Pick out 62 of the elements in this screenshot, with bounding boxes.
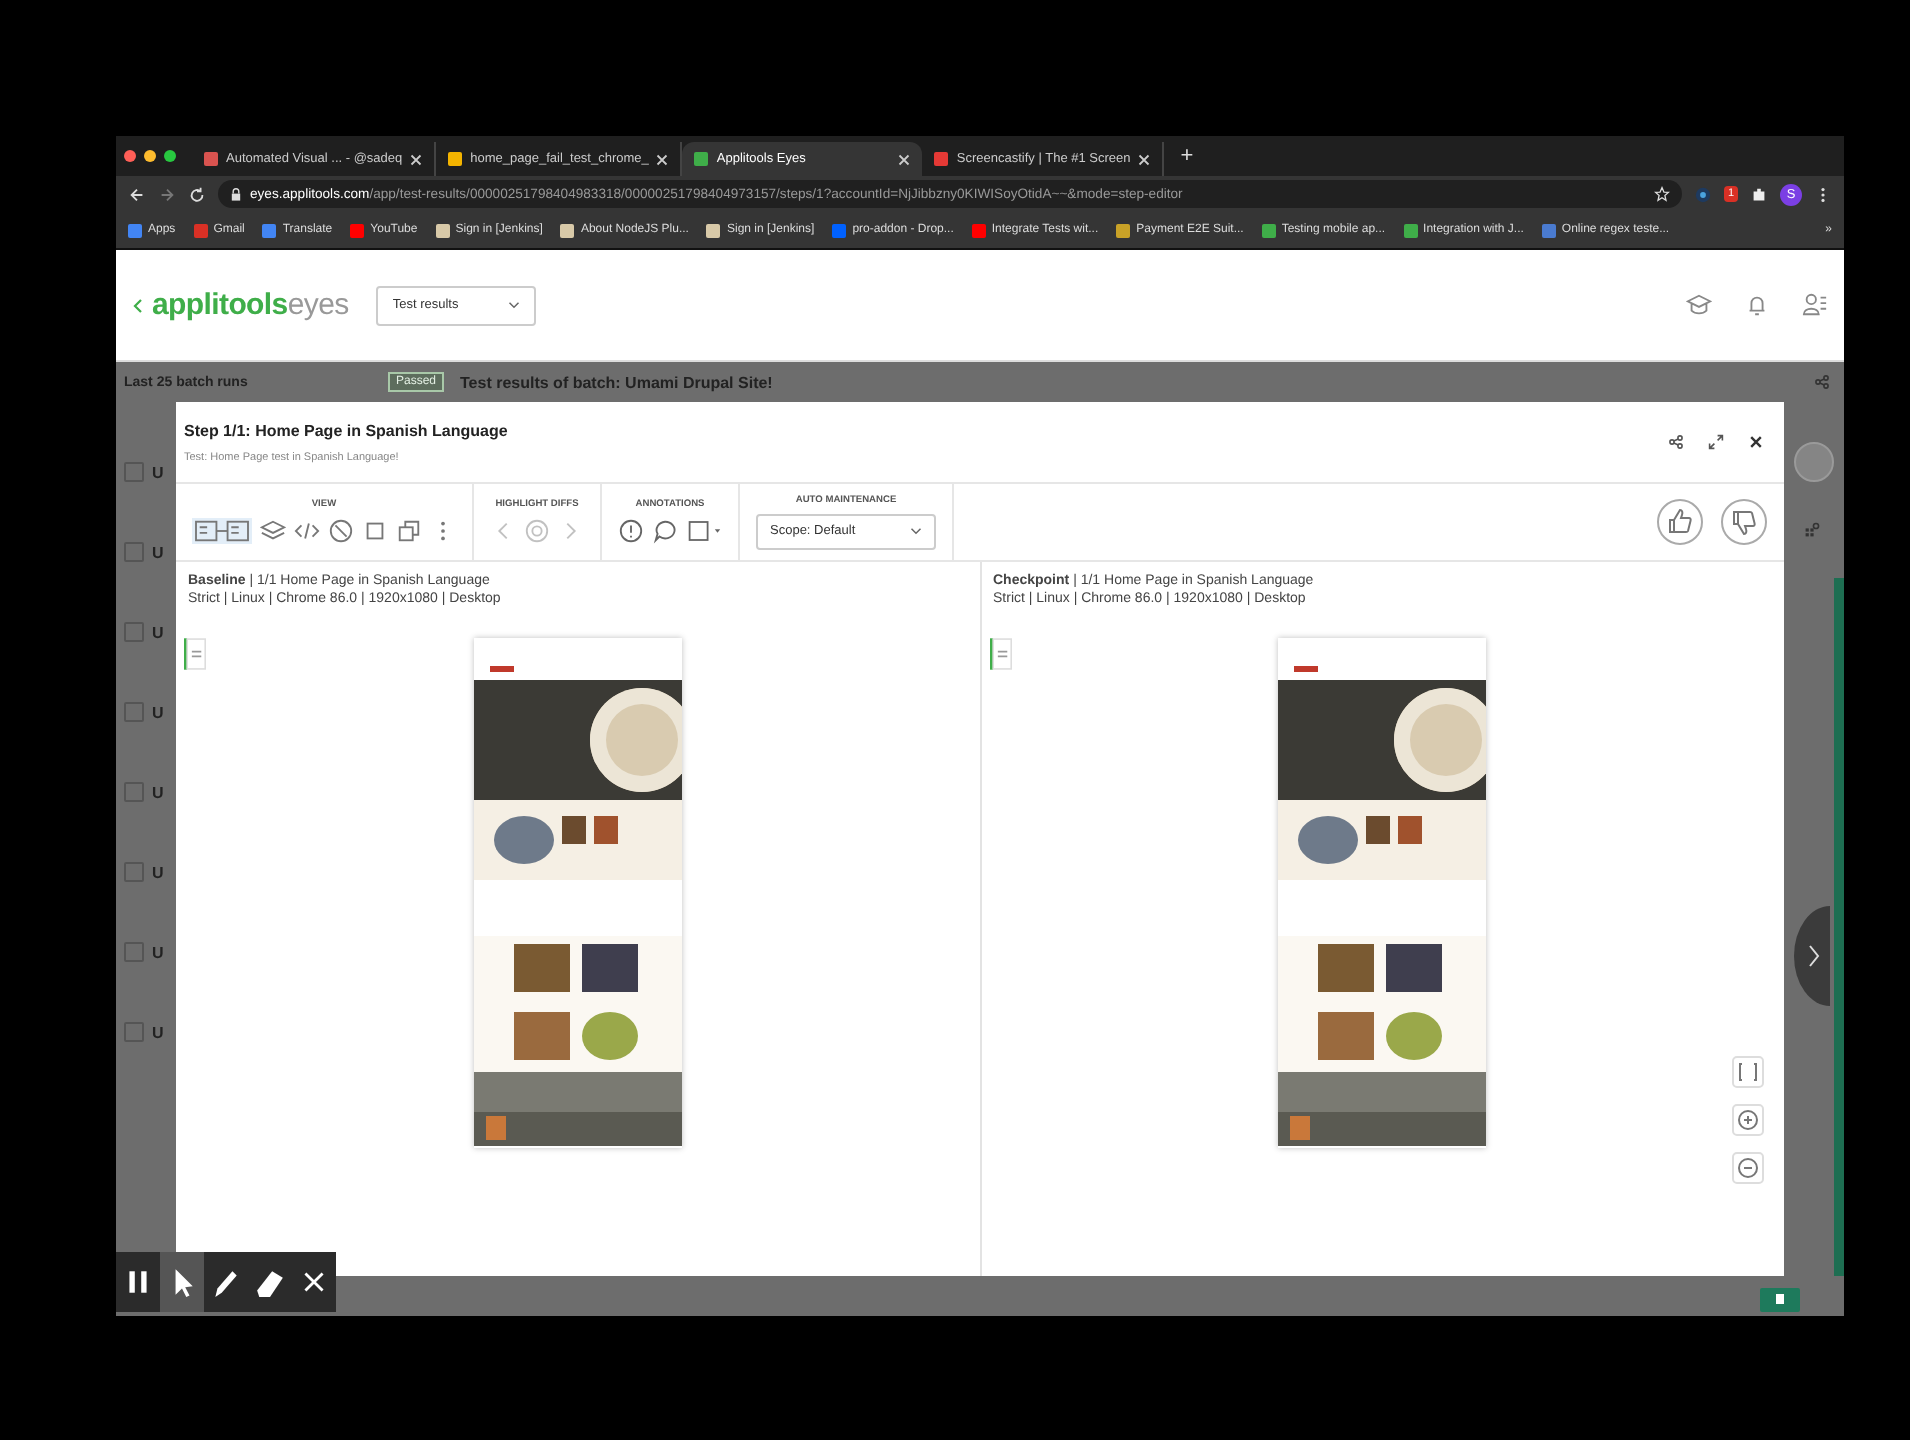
extension-icon[interactable] — [1693, 185, 1712, 203]
comment-icon[interactable] — [652, 518, 678, 544]
app-logo: applitoolseyes — [152, 288, 349, 322]
circle-slash-icon[interactable] — [328, 518, 354, 544]
window-controls-icon[interactable] — [124, 150, 176, 162]
row-checkbox[interactable] — [124, 622, 144, 642]
pointer-icon[interactable] — [160, 1252, 204, 1312]
zoom-in-button[interactable] — [1732, 1104, 1764, 1136]
puzzle-icon[interactable] — [1750, 185, 1768, 203]
batch-name: U — [152, 463, 164, 481]
back-chevron-icon[interactable] — [132, 295, 144, 315]
alert-icon[interactable] — [618, 518, 644, 544]
batch-name: U — [152, 543, 164, 561]
expand-icon[interactable] — [1708, 434, 1724, 450]
fit-to-screen-button[interactable] — [1732, 1056, 1764, 1088]
copy-icon[interactable] — [396, 518, 422, 544]
scrollbar[interactable] — [1834, 578, 1844, 1276]
tab-favicon-icon — [934, 152, 949, 166]
region-icon[interactable] — [686, 518, 722, 544]
dialog-title: Step 1/1: Home Page in Spanish Language — [184, 421, 510, 439]
share-icon[interactable] — [1668, 434, 1684, 450]
bell-icon[interactable] — [1744, 292, 1770, 318]
thumbs-up-button[interactable] — [1656, 498, 1704, 546]
row-checkbox[interactable] — [124, 782, 144, 802]
row-checkbox[interactable] — [124, 542, 144, 562]
row-checkbox[interactable] — [124, 862, 144, 882]
feedback-button[interactable] — [1760, 1288, 1800, 1312]
next-step-button[interactable] — [1794, 906, 1830, 1006]
tab-favicon-icon — [694, 152, 709, 166]
match-level-button[interactable] — [184, 634, 206, 674]
close-icon[interactable] — [1748, 434, 1764, 450]
batch-name: U — [152, 943, 164, 961]
graduation-cap-icon[interactable] — [1686, 292, 1712, 318]
crop-icon[interactable] — [362, 518, 388, 544]
zoom-out-button[interactable] — [1732, 1152, 1764, 1184]
grid-settings-icon[interactable] — [1803, 522, 1819, 538]
row-checkbox[interactable] — [124, 942, 144, 962]
lock-icon — [230, 187, 242, 201]
layers-icon[interactable] — [260, 518, 286, 544]
tab-favicon-icon — [204, 152, 218, 166]
batch-title: Test results of batch: Umami Drupal Site! — [460, 373, 773, 391]
batch-name: U — [152, 1023, 164, 1041]
match-level-button[interactable] — [989, 634, 1011, 674]
batch-name: U — [152, 703, 164, 721]
batch-name: U — [152, 863, 164, 881]
tab-favicon-icon — [448, 152, 463, 166]
reload-icon[interactable] — [188, 185, 206, 203]
batch-name: U — [152, 783, 164, 801]
back-icon[interactable] — [128, 185, 146, 203]
new-tab-button[interactable]: + — [1180, 144, 1194, 168]
star-icon[interactable] — [1653, 186, 1670, 202]
chevron-down-icon — [508, 300, 521, 310]
batch-name: U — [152, 623, 164, 641]
chevron-down-icon — [910, 526, 922, 536]
thumbs-down-button[interactable] — [1720, 498, 1768, 546]
row-checkbox[interactable] — [124, 702, 144, 722]
side-by-side-view-icon[interactable] — [192, 518, 252, 544]
forward-icon[interactable] — [158, 185, 176, 203]
row-checkbox[interactable] — [124, 462, 144, 482]
row-checkbox[interactable] — [124, 1022, 144, 1042]
user-icon[interactable] — [1802, 292, 1828, 318]
code-icon[interactable] — [294, 518, 320, 544]
